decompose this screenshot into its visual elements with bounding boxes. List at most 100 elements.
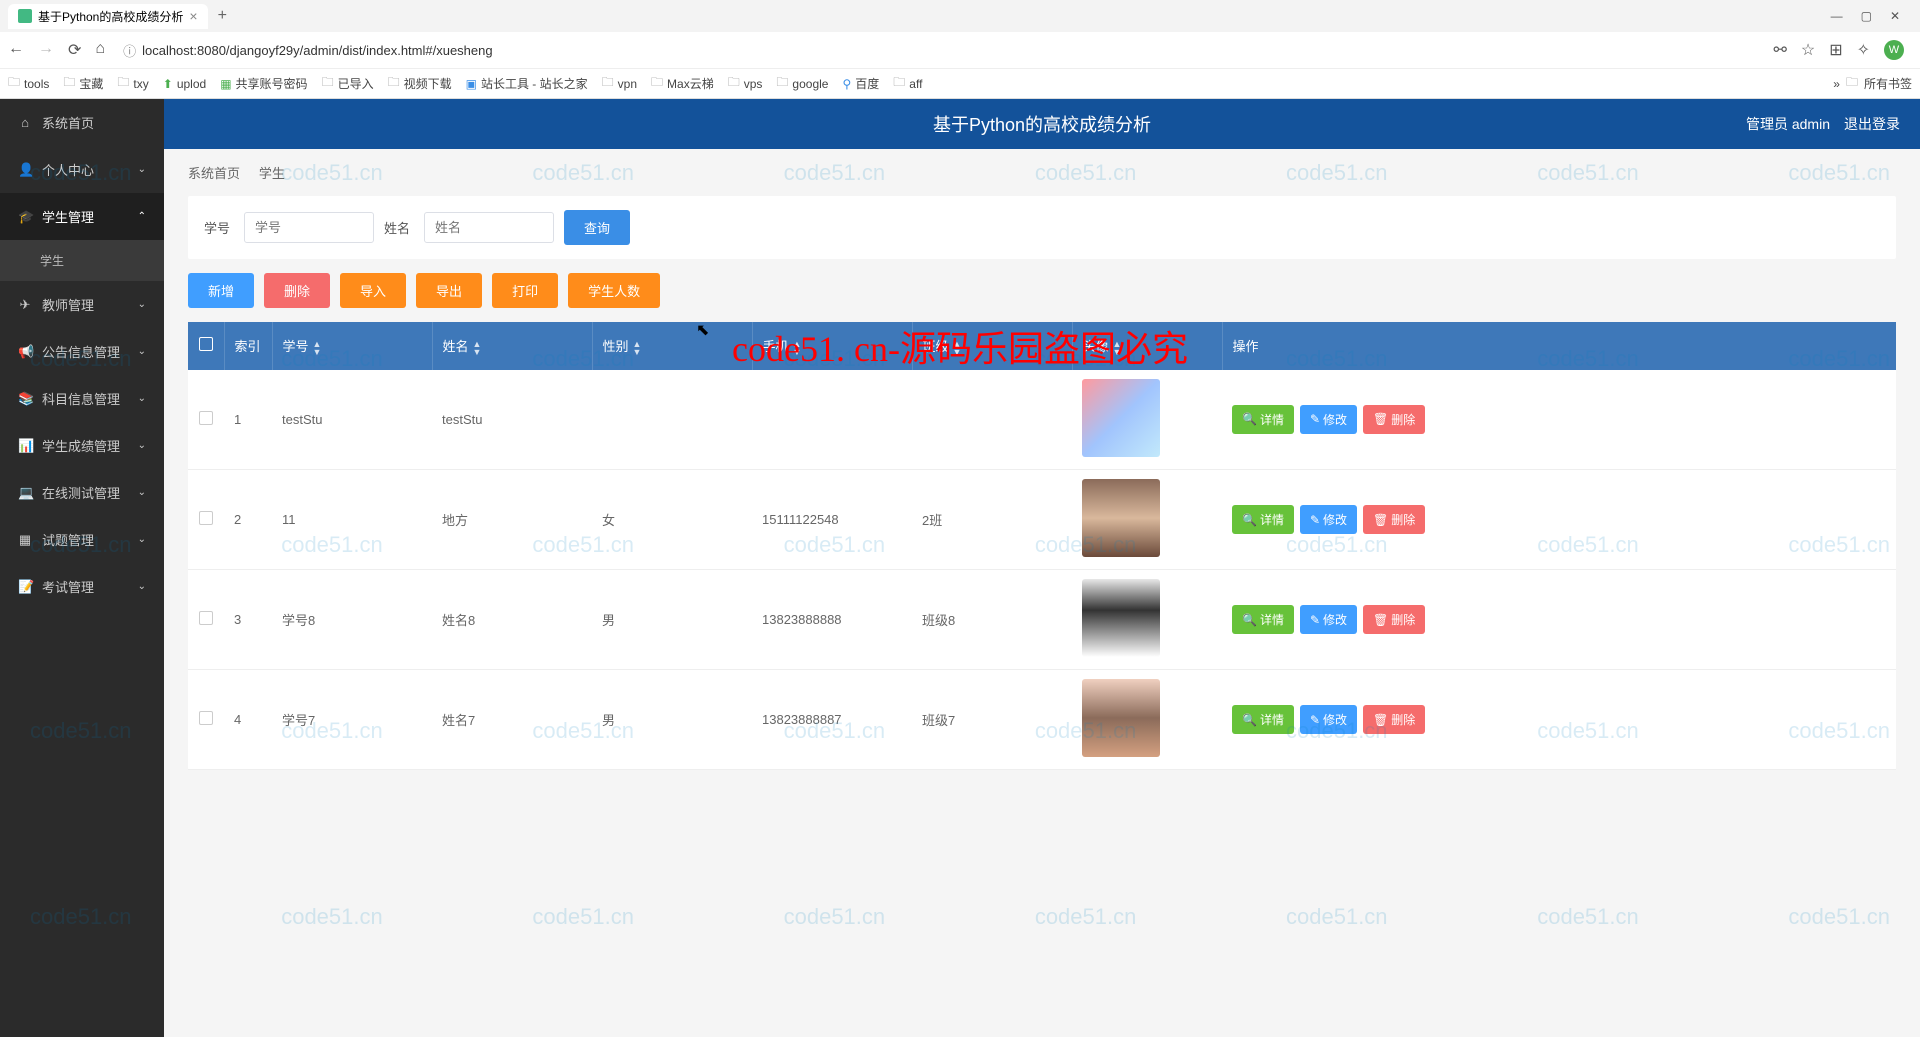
bookmark-item[interactable]: 🗀视频下载	[388, 73, 452, 94]
detail-button[interactable]: 🔍详情	[1232, 605, 1294, 634]
detail-button[interactable]: 🔍详情	[1232, 505, 1294, 534]
delete-button[interactable]: 删除	[264, 273, 330, 308]
row-checkbox[interactable]	[199, 411, 213, 425]
col-phone[interactable]: 手机▲▼	[752, 322, 912, 370]
sidebar-item-student[interactable]: 🎓学生管理⌃	[0, 193, 164, 240]
col-avatar[interactable]: 头像▲▼	[1072, 322, 1222, 370]
cell-class	[912, 370, 1072, 470]
edit-icon: 📝	[18, 579, 32, 595]
row-checkbox[interactable]	[199, 611, 213, 625]
row-delete-button[interactable]: 🗑删除	[1363, 705, 1425, 734]
browser-tab[interactable]: 基于Python的高校成绩分析 ×	[8, 4, 208, 29]
bookmark-item[interactable]: 🗀vps	[728, 73, 763, 94]
col-class[interactable]: 班级▲▼	[912, 322, 1072, 370]
bookmark-item[interactable]: 🗀Max云梯	[651, 73, 714, 94]
breadcrumb-home[interactable]: 系统首页	[188, 166, 240, 181]
close-window-icon[interactable]: ✕	[1890, 9, 1900, 23]
new-tab-button[interactable]: +	[208, 7, 237, 25]
detail-button[interactable]: 🔍详情	[1232, 405, 1294, 434]
puzzle-icon[interactable]: ✧	[1857, 40, 1870, 60]
megaphone-icon: 📢	[18, 344, 32, 360]
sidebar-subitem-student[interactable]: 学生	[0, 240, 164, 281]
forward-icon[interactable]: →	[38, 40, 54, 60]
search-label-sid: 学号	[204, 218, 230, 237]
bookmark-item[interactable]: 🗀google	[776, 73, 828, 94]
row-checkbox[interactable]	[199, 711, 213, 725]
bookmark-item[interactable]: ⚲百度	[842, 75, 879, 92]
col-name[interactable]: 姓名▲▼	[432, 322, 592, 370]
logout-link[interactable]: 退出登录	[1844, 114, 1900, 134]
bookmarks-overflow[interactable]: » 🗀 所有书签	[1833, 73, 1912, 94]
avatar[interactable]	[1082, 679, 1160, 757]
back-icon[interactable]: ←	[8, 40, 24, 60]
browser-chrome: 基于Python的高校成绩分析 × + — ▢ ✕ ← → ⟳ ⌂ ⓘ loca…	[0, 0, 1920, 99]
cell-phone: 15111122548	[752, 470, 912, 570]
bookmark-item[interactable]: 🗀tools	[8, 73, 49, 94]
sort-icon: ▲▼	[793, 340, 802, 356]
cell-index: 1	[224, 370, 272, 470]
row-delete-button[interactable]: 🗑删除	[1363, 405, 1425, 434]
edit-button[interactable]: ✎修改	[1300, 605, 1357, 634]
sidebar-item-teacher[interactable]: ✈教师管理⌄	[0, 281, 164, 328]
bookmark-item[interactable]: ▦共享账号密码	[220, 75, 307, 92]
edit-button[interactable]: ✎修改	[1300, 705, 1357, 734]
link-icon[interactable]: ⚯	[1773, 40, 1786, 60]
toolbar-right: ⚯ ☆ ⊞ ✧ W	[1773, 40, 1912, 60]
cell-avatar	[1072, 370, 1222, 470]
user-label[interactable]: 管理员 admin	[1746, 114, 1830, 134]
cell-phone: 13823888888	[752, 570, 912, 670]
add-button[interactable]: 新增	[188, 273, 254, 308]
search-input-name[interactable]	[424, 212, 554, 243]
folder-icon: 🗀	[388, 73, 400, 94]
avatar[interactable]	[1082, 479, 1160, 557]
reload-icon[interactable]: ⟳	[68, 40, 81, 60]
url-input[interactable]: ⓘ localhost:8080/djangoyf29y/admin/dist/…	[115, 37, 1763, 64]
close-icon[interactable]: ×	[189, 8, 197, 24]
select-all-checkbox[interactable]	[199, 337, 213, 351]
folder-icon: 🗀	[728, 73, 740, 94]
home-icon[interactable]: ⌂	[95, 40, 105, 60]
avatar[interactable]	[1082, 579, 1160, 657]
cell-index: 4	[224, 670, 272, 770]
bookmark-item[interactable]: 🗀已导入	[322, 73, 374, 94]
export-button[interactable]: 导出	[416, 273, 482, 308]
row-delete-button[interactable]: 🗑删除	[1363, 505, 1425, 534]
cell-class: 班级8	[912, 570, 1072, 670]
maximize-icon[interactable]: ▢	[1861, 9, 1872, 23]
col-gender[interactable]: 性别▲▼	[592, 322, 752, 370]
sidebar-item-exam[interactable]: 📝考试管理⌄	[0, 563, 164, 610]
bookmark-item[interactable]: 🗀txy	[117, 73, 148, 94]
profile-avatar[interactable]: W	[1884, 40, 1904, 60]
sidebar-item-profile[interactable]: 👤个人中心⌄	[0, 146, 164, 193]
sidebar-item-notice[interactable]: 📢公告信息管理⌄	[0, 328, 164, 375]
star-icon[interactable]: ☆	[1801, 40, 1815, 60]
sidebar-item-grade[interactable]: 📊学生成绩管理⌄	[0, 422, 164, 469]
detail-button[interactable]: 🔍详情	[1232, 705, 1294, 734]
sheet-icon: ▦	[220, 77, 231, 91]
bookmark-item[interactable]: 🗀宝藏	[63, 73, 103, 94]
edit-button[interactable]: ✎修改	[1300, 505, 1357, 534]
bookmark-item[interactable]: 🗀vpn	[602, 73, 637, 94]
search-input-sid[interactable]	[244, 212, 374, 243]
print-button[interactable]: 打印	[492, 273, 558, 308]
col-sid[interactable]: 学号▲▼	[272, 322, 432, 370]
cell-actions: 🔍详情 ✎修改 🗑删除	[1222, 570, 1896, 670]
avatar[interactable]	[1082, 379, 1160, 457]
search-button[interactable]: 查询	[564, 210, 630, 245]
row-checkbox[interactable]	[199, 511, 213, 525]
sidebar-item-subject[interactable]: 📚科目信息管理⌄	[0, 375, 164, 422]
bookmark-item[interactable]: ⬆uplod	[163, 77, 206, 91]
import-button[interactable]: 导入	[340, 273, 406, 308]
bookmark-item[interactable]: ▣站长工具 - 站长之家	[466, 75, 588, 92]
sidebar-item-question[interactable]: ▦试题管理⌄	[0, 516, 164, 563]
edit-button[interactable]: ✎修改	[1300, 405, 1357, 434]
extension-icon[interactable]: ⊞	[1829, 40, 1842, 60]
col-index[interactable]: 索引	[224, 322, 272, 370]
minimize-icon[interactable]: —	[1831, 9, 1843, 23]
bookmark-item[interactable]: 🗀aff	[893, 73, 922, 94]
count-button[interactable]: 学生人数	[568, 273, 660, 308]
sidebar-item-home[interactable]: ⌂系统首页	[0, 99, 164, 146]
sort-icon: ▲▼	[473, 340, 482, 356]
row-delete-button[interactable]: 🗑删除	[1363, 605, 1425, 634]
sidebar-item-online-test[interactable]: 💻在线测试管理⌄	[0, 469, 164, 516]
